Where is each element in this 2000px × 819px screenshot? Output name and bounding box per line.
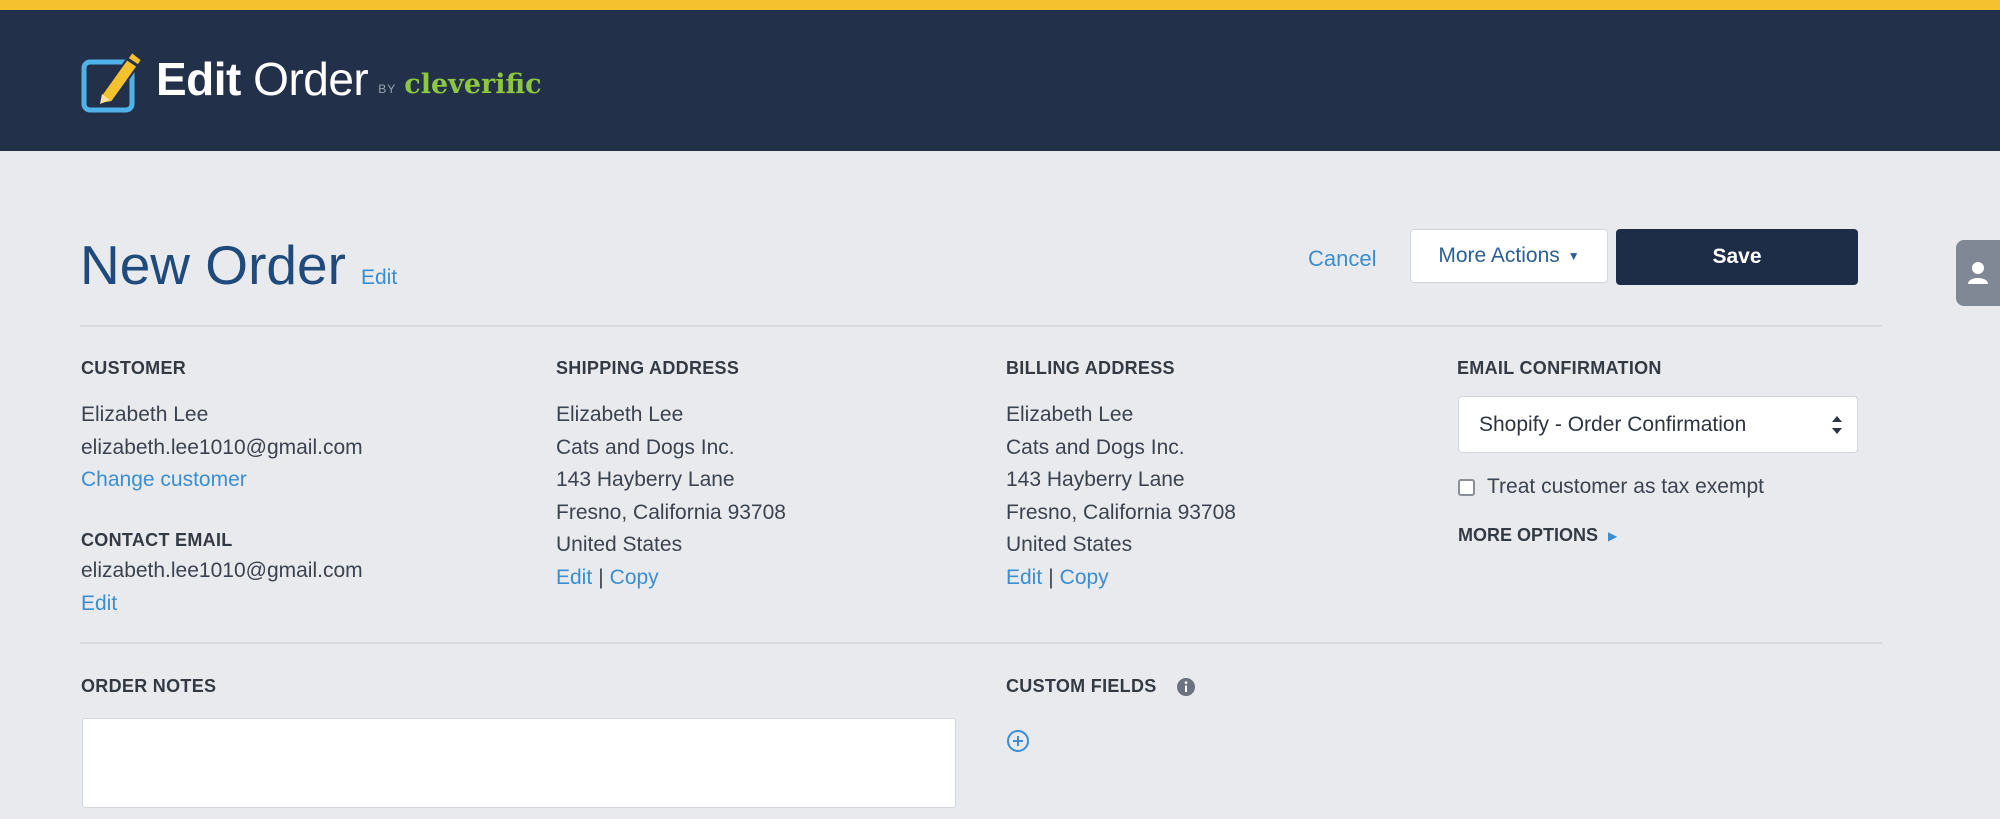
shipping-line: 143 Hayberry Lane — [556, 468, 735, 491]
billing-line: Fresno, California 93708 — [1006, 501, 1236, 524]
email-confirmation-label: EMAIL CONFIRMATION — [1457, 358, 1662, 378]
billing-address-label: BILLING ADDRESS — [1006, 358, 1175, 378]
shipping-address-label: SHIPPING ADDRESS — [556, 358, 740, 378]
chevron-right-icon: ▶ — [1608, 528, 1618, 543]
order-notes-label: ORDER NOTES — [81, 676, 217, 696]
billing-line: United States — [1006, 533, 1133, 556]
contact-email-value: elizabeth.lee1010@gmail.com — [81, 559, 363, 582]
order-notes-textarea[interactable] — [82, 718, 956, 808]
more-options-label: MORE OPTIONS — [1458, 525, 1599, 545]
caret-down-icon: ▼ — [1567, 249, 1580, 263]
save-button[interactable]: Save — [1616, 229, 1858, 285]
tax-exempt-row: Treat customer as tax exempt — [1458, 475, 1764, 499]
top-accent-stripe — [0, 0, 2000, 10]
contact-email-label: CONTACT EMAIL — [81, 530, 233, 550]
customer-email: elizabeth.lee1010@gmail.com — [81, 436, 363, 459]
add-custom-field-icon[interactable] — [1006, 729, 1030, 753]
side-user-tab[interactable] — [1956, 240, 2000, 306]
billing-line: Cats and Dogs Inc. — [1006, 436, 1185, 459]
shipping-line: Fresno, California 93708 — [556, 501, 786, 524]
logo-brand: cleverific — [404, 68, 542, 100]
shipping-copy-link[interactable]: Copy — [610, 566, 659, 589]
shipping-line: Cats and Dogs Inc. — [556, 436, 735, 459]
logo-wordmark: Edit Order — [156, 53, 369, 105]
shipping-line: United States — [556, 533, 683, 556]
billing-actions: Edit | Copy — [1006, 562, 1109, 594]
customer-name: Elizabeth Lee — [81, 403, 209, 426]
tax-exempt-checkbox[interactable] — [1458, 478, 1475, 496]
shipping-edit-link[interactable]: Edit — [556, 566, 592, 589]
more-actions-button[interactable]: More Actions ▼ — [1410, 229, 1608, 283]
user-icon — [1968, 262, 1988, 284]
page-title: New Order — [80, 234, 346, 296]
shipping-line: Elizabeth Lee — [556, 403, 684, 426]
change-customer-link[interactable]: Change customer — [81, 464, 247, 496]
app-logo[interactable]: Edit Order BY cleverific — [80, 44, 542, 114]
billing-line: 143 Hayberry Lane — [1006, 468, 1185, 491]
email-confirmation-select[interactable]: Shopify - Order Confirmation — [1458, 396, 1858, 453]
divider-top — [80, 325, 1882, 327]
cancel-button[interactable]: Cancel — [1308, 246, 1376, 272]
divider-middle — [80, 642, 1882, 644]
more-actions-label: More Actions — [1438, 244, 1560, 267]
app-header: Edit Order BY cleverific — [0, 10, 2000, 151]
shipping-actions: Edit | Copy — [556, 562, 659, 594]
pencil-logo-icon — [81, 50, 144, 113]
more-options-toggle[interactable]: MORE OPTIONS ▶ — [1458, 525, 1617, 546]
tax-exempt-label: Treat customer as tax exempt — [1487, 475, 1764, 498]
email-confirmation-selected: Shopify - Order Confirmation — [1479, 412, 1747, 436]
separator: | — [1048, 566, 1054, 589]
select-arrows-icon — [1832, 416, 1842, 434]
billing-copy-link[interactable]: Copy — [1060, 566, 1109, 589]
billing-line: Elizabeth Lee — [1006, 403, 1134, 426]
info-icon[interactable] — [1176, 677, 1196, 697]
title-edit-link[interactable]: Edit — [361, 266, 397, 290]
custom-fields-label: CUSTOM FIELDS — [1006, 676, 1157, 696]
contact-email-edit-link[interactable]: Edit — [81, 588, 117, 620]
logo-by: BY — [378, 82, 397, 96]
billing-edit-link[interactable]: Edit — [1006, 566, 1042, 589]
customer-label: CUSTOMER — [81, 358, 187, 378]
separator: | — [598, 566, 604, 589]
